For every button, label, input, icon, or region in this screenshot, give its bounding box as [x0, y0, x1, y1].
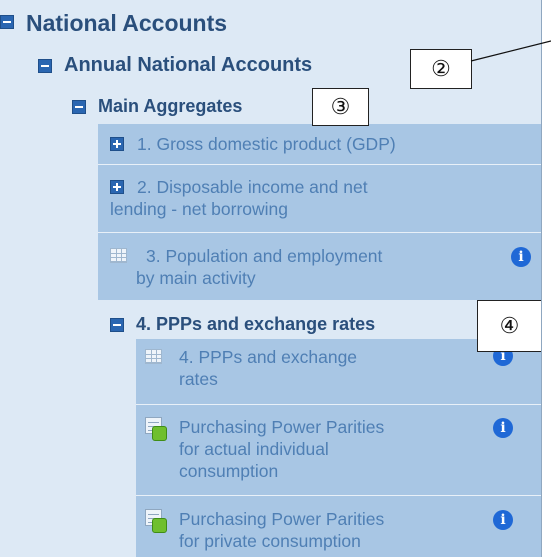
- node-label: 4. PPPs and exchange rates: [136, 314, 376, 334]
- node-label-block: Purchasing Power Parities for private co…: [179, 508, 384, 552]
- tree-node-disposable-income[interactable]: 2. Disposable income and net lending - n…: [110, 176, 368, 220]
- collapse-icon[interactable]: [0, 15, 14, 29]
- node-label-block: Purchasing Power Parities for actual ind…: [179, 416, 384, 482]
- expand-icon[interactable]: [110, 180, 124, 194]
- collapse-icon[interactable]: [110, 318, 124, 332]
- node-label-block: 4. PPPs and exchange rates: [179, 346, 357, 390]
- expand-icon[interactable]: [110, 137, 124, 151]
- node-label: 1. Gross domestic product (GDP): [137, 134, 396, 154]
- node-label: by main activity: [136, 268, 256, 288]
- node-label: 2. Disposable income and net: [137, 177, 368, 197]
- node-label-block: 2. Disposable income and net lending - n…: [110, 176, 368, 220]
- node-label: Annual National Accounts: [64, 54, 313, 76]
- collapse-icon[interactable]: [38, 59, 52, 73]
- row-separator: [136, 404, 541, 405]
- tree-panel: National Accounts Annual National Accoun…: [0, 0, 542, 557]
- tree-node-gdp[interactable]: 1. Gross domestic product (GDP): [110, 133, 396, 155]
- callout-label-2: ②: [410, 49, 472, 89]
- node-label: Purchasing Power Parities: [179, 417, 385, 437]
- node-label: 3. Population and employment: [146, 246, 383, 266]
- row-separator: [136, 495, 541, 496]
- row-separator: [98, 232, 541, 233]
- info-icon[interactable]: i: [493, 418, 513, 438]
- node-label: for private consumption: [179, 531, 361, 551]
- tree-node-ppps-rates[interactable]: 4. PPPs and exchange rates: [145, 346, 357, 390]
- tree-node-main-aggregates[interactable]: Main Aggregates: [72, 96, 242, 117]
- node-label: Main Aggregates: [98, 96, 243, 116]
- tree-node-ppp-private-consumption[interactable]: Purchasing Power Parities for private co…: [143, 508, 384, 552]
- node-label: National Accounts: [26, 10, 228, 36]
- node-label: consumption: [179, 461, 279, 481]
- tree-node-population-employment[interactable]: 3. Population and employment by main act…: [110, 245, 382, 289]
- node-label: Purchasing Power Parities: [179, 509, 385, 529]
- table-icon: [145, 349, 162, 364]
- tree-node-ppp-actual-individual[interactable]: Purchasing Power Parities for actual ind…: [143, 416, 384, 482]
- tree-node-ppps-exchange-rates[interactable]: 4. PPPs and exchange rates: [110, 314, 375, 335]
- extension-icon: [143, 416, 169, 442]
- info-icon[interactable]: i: [493, 510, 513, 530]
- node-label: for actual individual: [179, 439, 329, 459]
- node-label-block: 3. Population and employment by main act…: [136, 245, 383, 289]
- table-icon: [110, 248, 127, 263]
- node-label: lending - net borrowing: [110, 199, 289, 219]
- callout-label-3: ③: [312, 88, 369, 126]
- tree-node-annual-national-accounts[interactable]: Annual National Accounts: [38, 54, 312, 77]
- row-separator: [98, 164, 541, 165]
- info-icon[interactable]: i: [511, 247, 531, 267]
- node-label: 4. PPPs and exchange: [179, 347, 358, 367]
- extension-icon: [143, 508, 169, 534]
- collapse-icon[interactable]: [72, 100, 86, 114]
- callout-label-4: ④: [477, 300, 541, 352]
- node-label: rates: [179, 369, 218, 389]
- tree-node-national-accounts[interactable]: National Accounts: [0, 10, 227, 37]
